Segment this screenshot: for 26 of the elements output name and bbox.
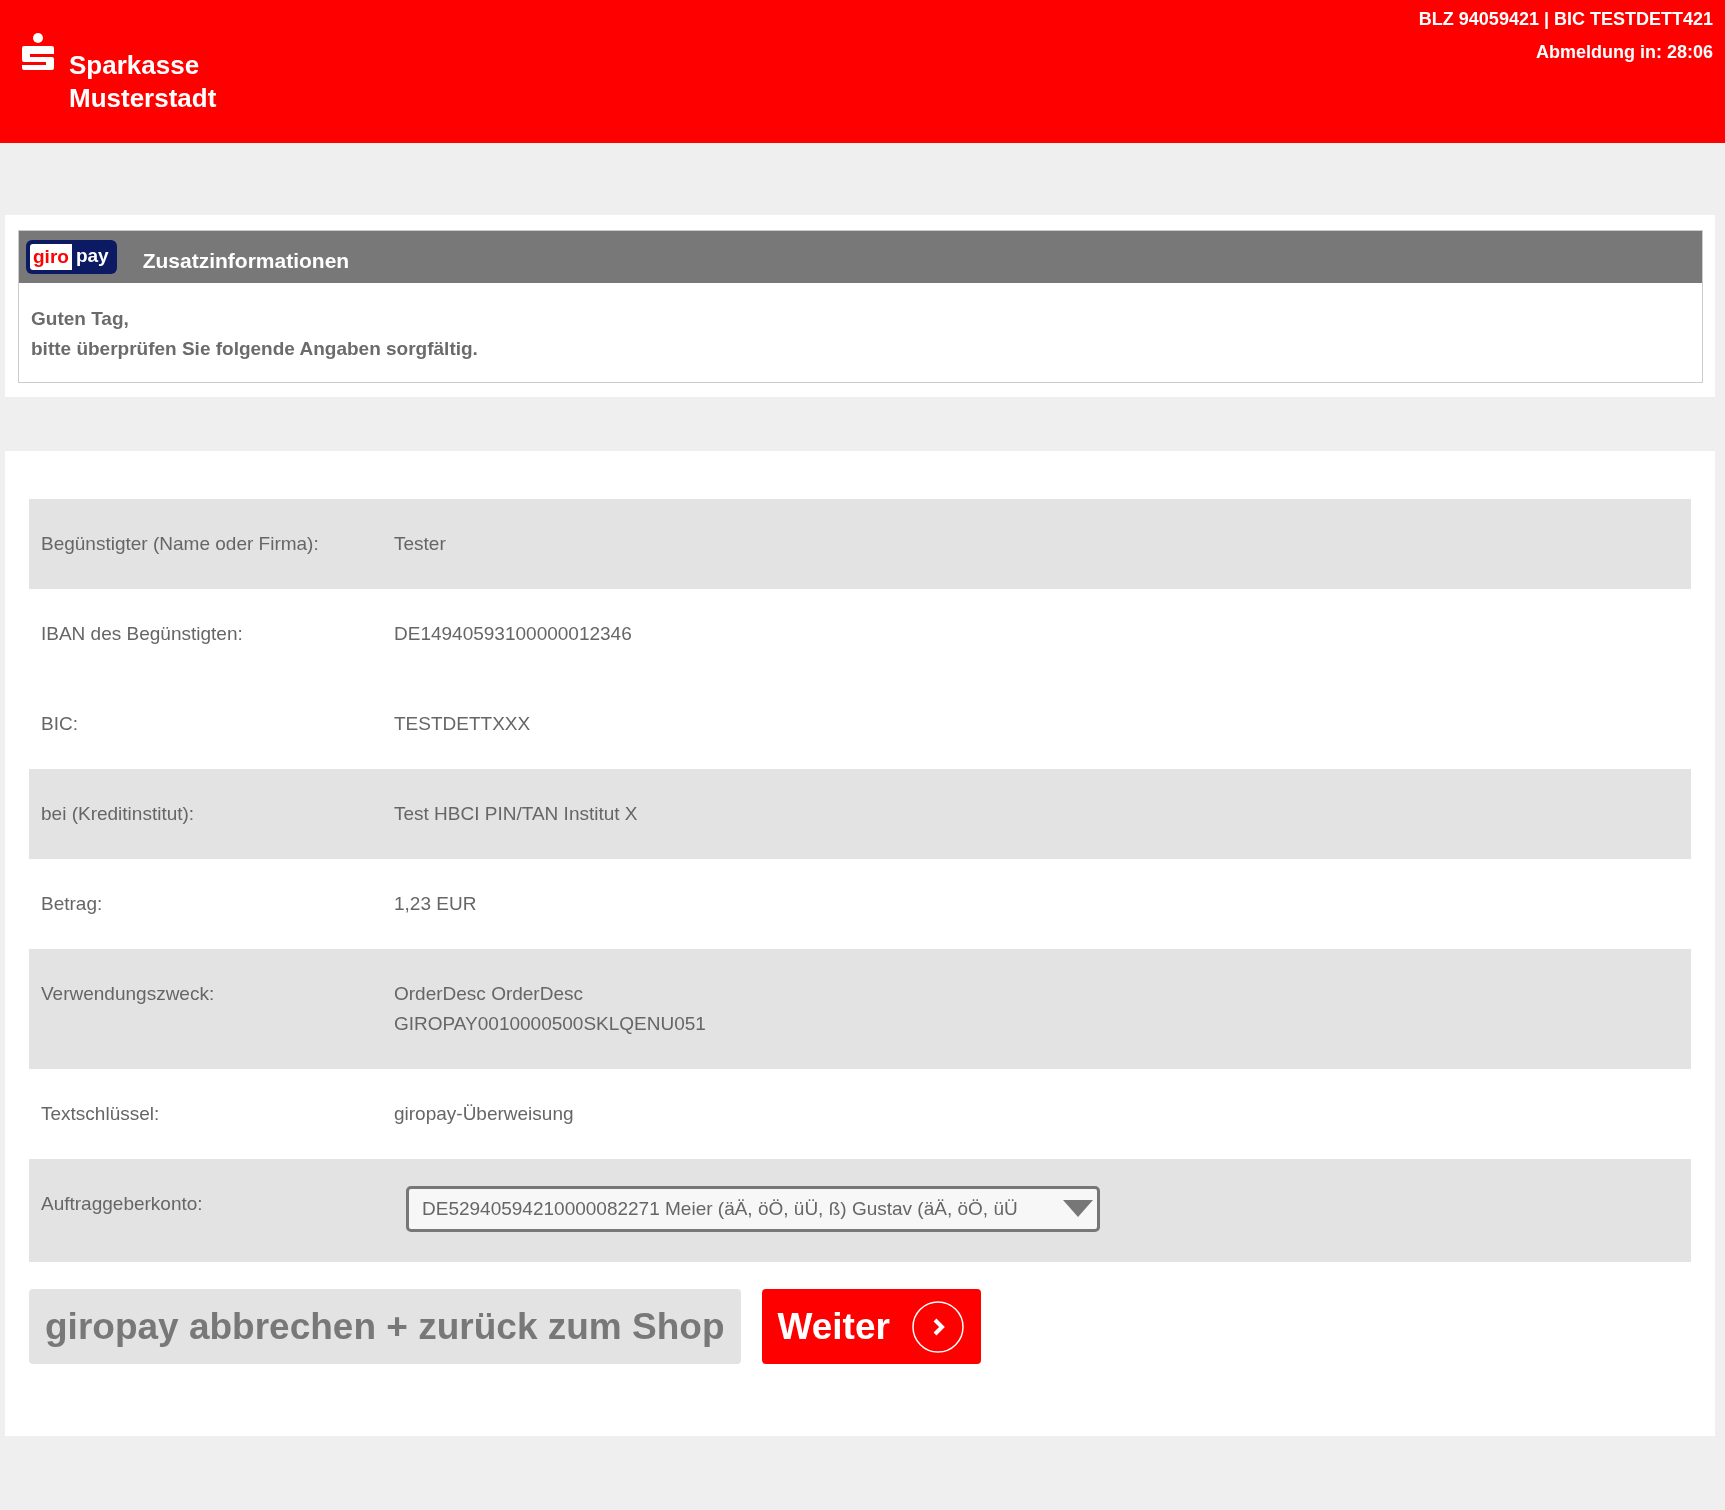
- field-value: Test HBCI PIN/TAN Institut X: [394, 802, 639, 826]
- field-value: OrderDesc OrderDesc GIROPAY0010000500SKLQENU051: [394, 982, 707, 1036]
- logout-timer: Abmeldung in: 28:06: [1535, 42, 1713, 63]
- chevron-right-icon: [911, 1300, 964, 1353]
- field-value: 1,23 EUR: [394, 892, 478, 916]
- field-label: BIC:: [41, 712, 79, 736]
- field-label: Betrag:: [41, 892, 104, 916]
- field-value: Tester: [394, 532, 447, 556]
- field-label: Verwendungszweck:: [41, 982, 216, 1006]
- panel-title: Zusatzinformationen: [142, 248, 350, 273]
- greeting-text: Guten Tag, bitte überprüfen Sie folgende Angaben sorgfältig.: [30, 307, 479, 361]
- field-label: IBAN des Begünstigten:: [41, 622, 244, 646]
- continue-button[interactable]: Weiter: [761, 1289, 981, 1364]
- field-value: giropay-Überweisung: [394, 1102, 575, 1126]
- cancel-button[interactable]: giropay abbrechen + zurück zum Shop: [29, 1289, 741, 1364]
- field-value: DE14940593100000012346: [394, 622, 633, 646]
- bank-ids: BLZ 94059421 | BIC TESTDETT421: [1418, 9, 1713, 30]
- field-label: Textschlüssel:: [41, 1102, 161, 1126]
- field-value: TESTDETTXXX: [394, 712, 532, 736]
- bank-name: Sparkasse Musterstadt: [69, 49, 217, 115]
- account-select[interactable]: DE52940594210000082271 Meier (äÄ, öÖ, üÜ, ß) Gustav (äÄ, öÖ, üÜ: [406, 1186, 1100, 1232]
- field-label: Begünstigter (Name oder Firma):: [41, 532, 320, 556]
- giropay-logo: giro pay: [26, 240, 117, 274]
- field-label: bei (Kreditinstitut):: [41, 802, 196, 826]
- field-label: Auftraggeberkonto:: [41, 1192, 204, 1216]
- dropdown-arrow-icon: [1063, 1200, 1093, 1218]
